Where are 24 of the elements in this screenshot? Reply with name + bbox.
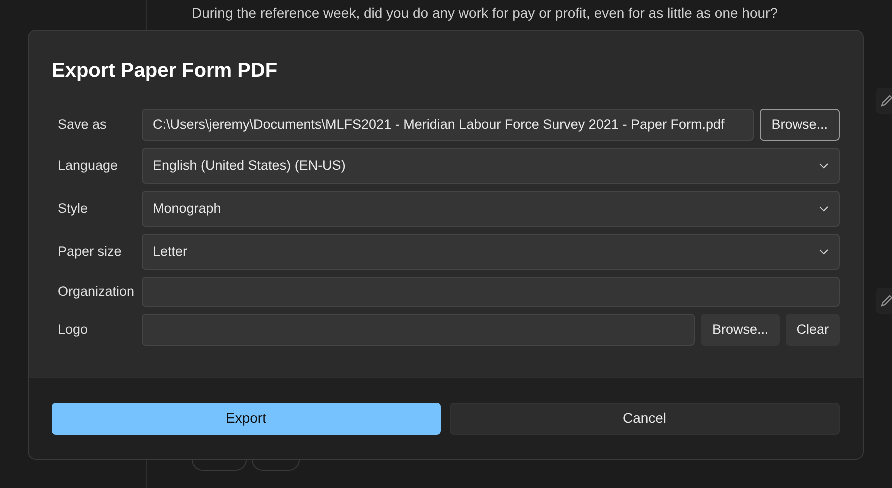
- browse-button[interactable]: Browse...: [701, 314, 780, 346]
- input-field[interactable]: C:\Users\jeremy\Documents\MLFS2021 - Meridian Labour Force Survey 2021 - Paper Form.pdf: [142, 109, 754, 141]
- export-button[interactable]: Export: [52, 402, 440, 434]
- dialog-title: Export Paper Form PDF: [52, 59, 279, 84]
- chevron-icon: [819, 206, 829, 212]
- input-field[interactable]: [142, 277, 840, 307]
- field-label: Language: [57, 156, 120, 175]
- field-label: Logo: [57, 320, 90, 339]
- edit-icon: [880, 94, 892, 108]
- browse-button[interactable]: Clear: [786, 314, 840, 346]
- dropdown[interactable]: English (United States) (EN-US): [142, 148, 840, 184]
- edit-icon: [880, 294, 892, 308]
- input-field[interactable]: [142, 314, 696, 346]
- chevron-icon: [819, 163, 829, 169]
- browse-button[interactable]: Browse...: [760, 109, 840, 141]
- field-label: Save as: [57, 116, 108, 134]
- cancel-button[interactable]: Cancel: [450, 402, 840, 434]
- field-label: Style: [57, 200, 90, 218]
- field-label: Organization: [57, 282, 136, 301]
- dropdown[interactable]: Monograph: [142, 191, 840, 227]
- field-label: Paper size: [57, 242, 123, 261]
- dropdown[interactable]: Letter: [142, 234, 840, 270]
- chevron-icon: [819, 249, 829, 255]
- question-text: During the reference week, did you do any work for pay or profit, even for as little as one hour?: [191, 4, 779, 23]
